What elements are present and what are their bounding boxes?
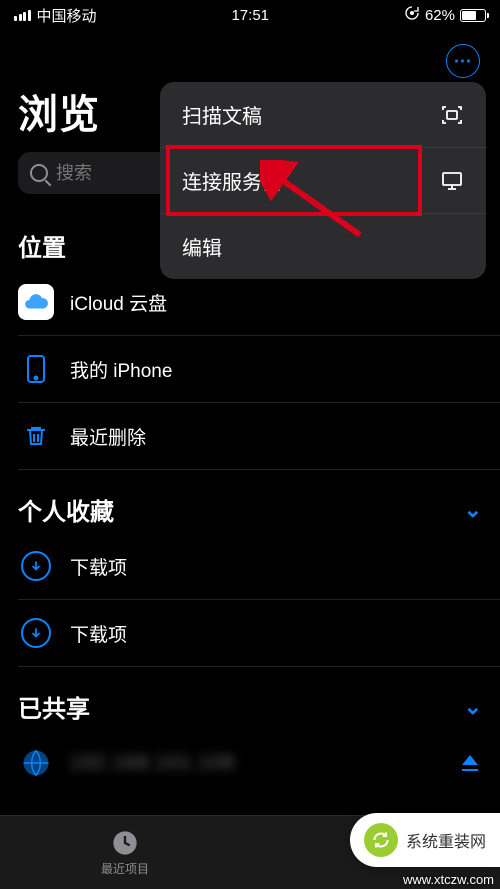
refresh-icon — [364, 823, 398, 857]
list-label: iCloud 云盘 — [70, 289, 167, 316]
menu-label: 编辑 — [182, 232, 222, 261]
download-icon — [18, 615, 54, 651]
eject-icon[interactable] — [458, 751, 482, 775]
status-right: 62% — [404, 5, 486, 25]
list-label: 我的 iPhone — [70, 356, 172, 383]
scan-icon — [440, 103, 464, 127]
iphone-icon — [18, 351, 54, 387]
icloud-icon — [18, 284, 54, 320]
status-left: 中国移动 — [14, 5, 97, 26]
battery-pct: 62% — [425, 7, 455, 24]
server-globe-icon — [18, 745, 54, 781]
menu-connect-server[interactable]: 连接服务器 — [160, 148, 486, 214]
menu-scan-documents[interactable]: 扫描文稿 — [160, 82, 486, 148]
favorite-downloads[interactable]: 下载项 — [18, 533, 500, 600]
list-label: 最近删除 — [70, 423, 146, 450]
menu-label: 扫描文稿 — [182, 100, 262, 129]
watermark-badge: 系统重装网 — [350, 813, 500, 867]
menu-label: 连接服务器 — [182, 166, 282, 195]
monitor-icon — [440, 169, 464, 193]
section-title: 位置 — [18, 228, 66, 263]
download-icon — [18, 548, 54, 584]
list-label: 下载项 — [70, 620, 127, 647]
list-label: 下载项 — [70, 553, 127, 580]
chevron-down-icon: ⌄ — [464, 694, 482, 720]
location-recently-deleted[interactable]: 最近删除 — [18, 403, 500, 470]
watermark-url: www.xtczw.com — [403, 872, 494, 887]
ellipsis-icon: ⋯ — [454, 51, 473, 72]
clock-icon — [111, 829, 139, 857]
server-address: 192.168.101.108 — [70, 752, 442, 775]
menu-edit[interactable]: 编辑 — [160, 214, 486, 279]
page-title: 浏览 — [18, 82, 100, 140]
rotation-lock-icon — [404, 5, 420, 25]
more-menu-button[interactable]: ⋯ — [446, 44, 480, 78]
tab-label: 最近项目 — [101, 860, 149, 877]
trash-icon — [18, 418, 54, 454]
carrier-label: 中国移动 — [37, 5, 97, 26]
tab-recents[interactable]: 最近项目 — [0, 816, 250, 889]
context-menu: 扫描文稿 连接服务器 编辑 — [160, 82, 486, 279]
chevron-down-icon: ⌄ — [464, 497, 482, 523]
watermark-text: 系统重装网 — [406, 828, 486, 852]
favorite-downloads[interactable]: 下载项 — [18, 600, 500, 667]
clock: 17:51 — [231, 7, 269, 24]
shared-server-item[interactable]: 192.168.101.108 — [18, 730, 500, 796]
section-title: 个人收藏 — [18, 492, 114, 527]
section-title: 已共享 — [18, 689, 90, 724]
battery-icon — [460, 9, 486, 22]
status-bar: 中国移动 17:51 62% — [0, 0, 500, 30]
location-my-iphone[interactable]: 我的 iPhone — [18, 336, 500, 403]
section-shared-header[interactable]: 已共享 ⌄ — [18, 689, 482, 724]
search-icon — [30, 164, 48, 182]
location-icloud[interactable]: iCloud 云盘 — [18, 269, 500, 336]
section-favorites-header[interactable]: 个人收藏 ⌄ — [18, 492, 482, 527]
signal-icon — [14, 10, 31, 21]
